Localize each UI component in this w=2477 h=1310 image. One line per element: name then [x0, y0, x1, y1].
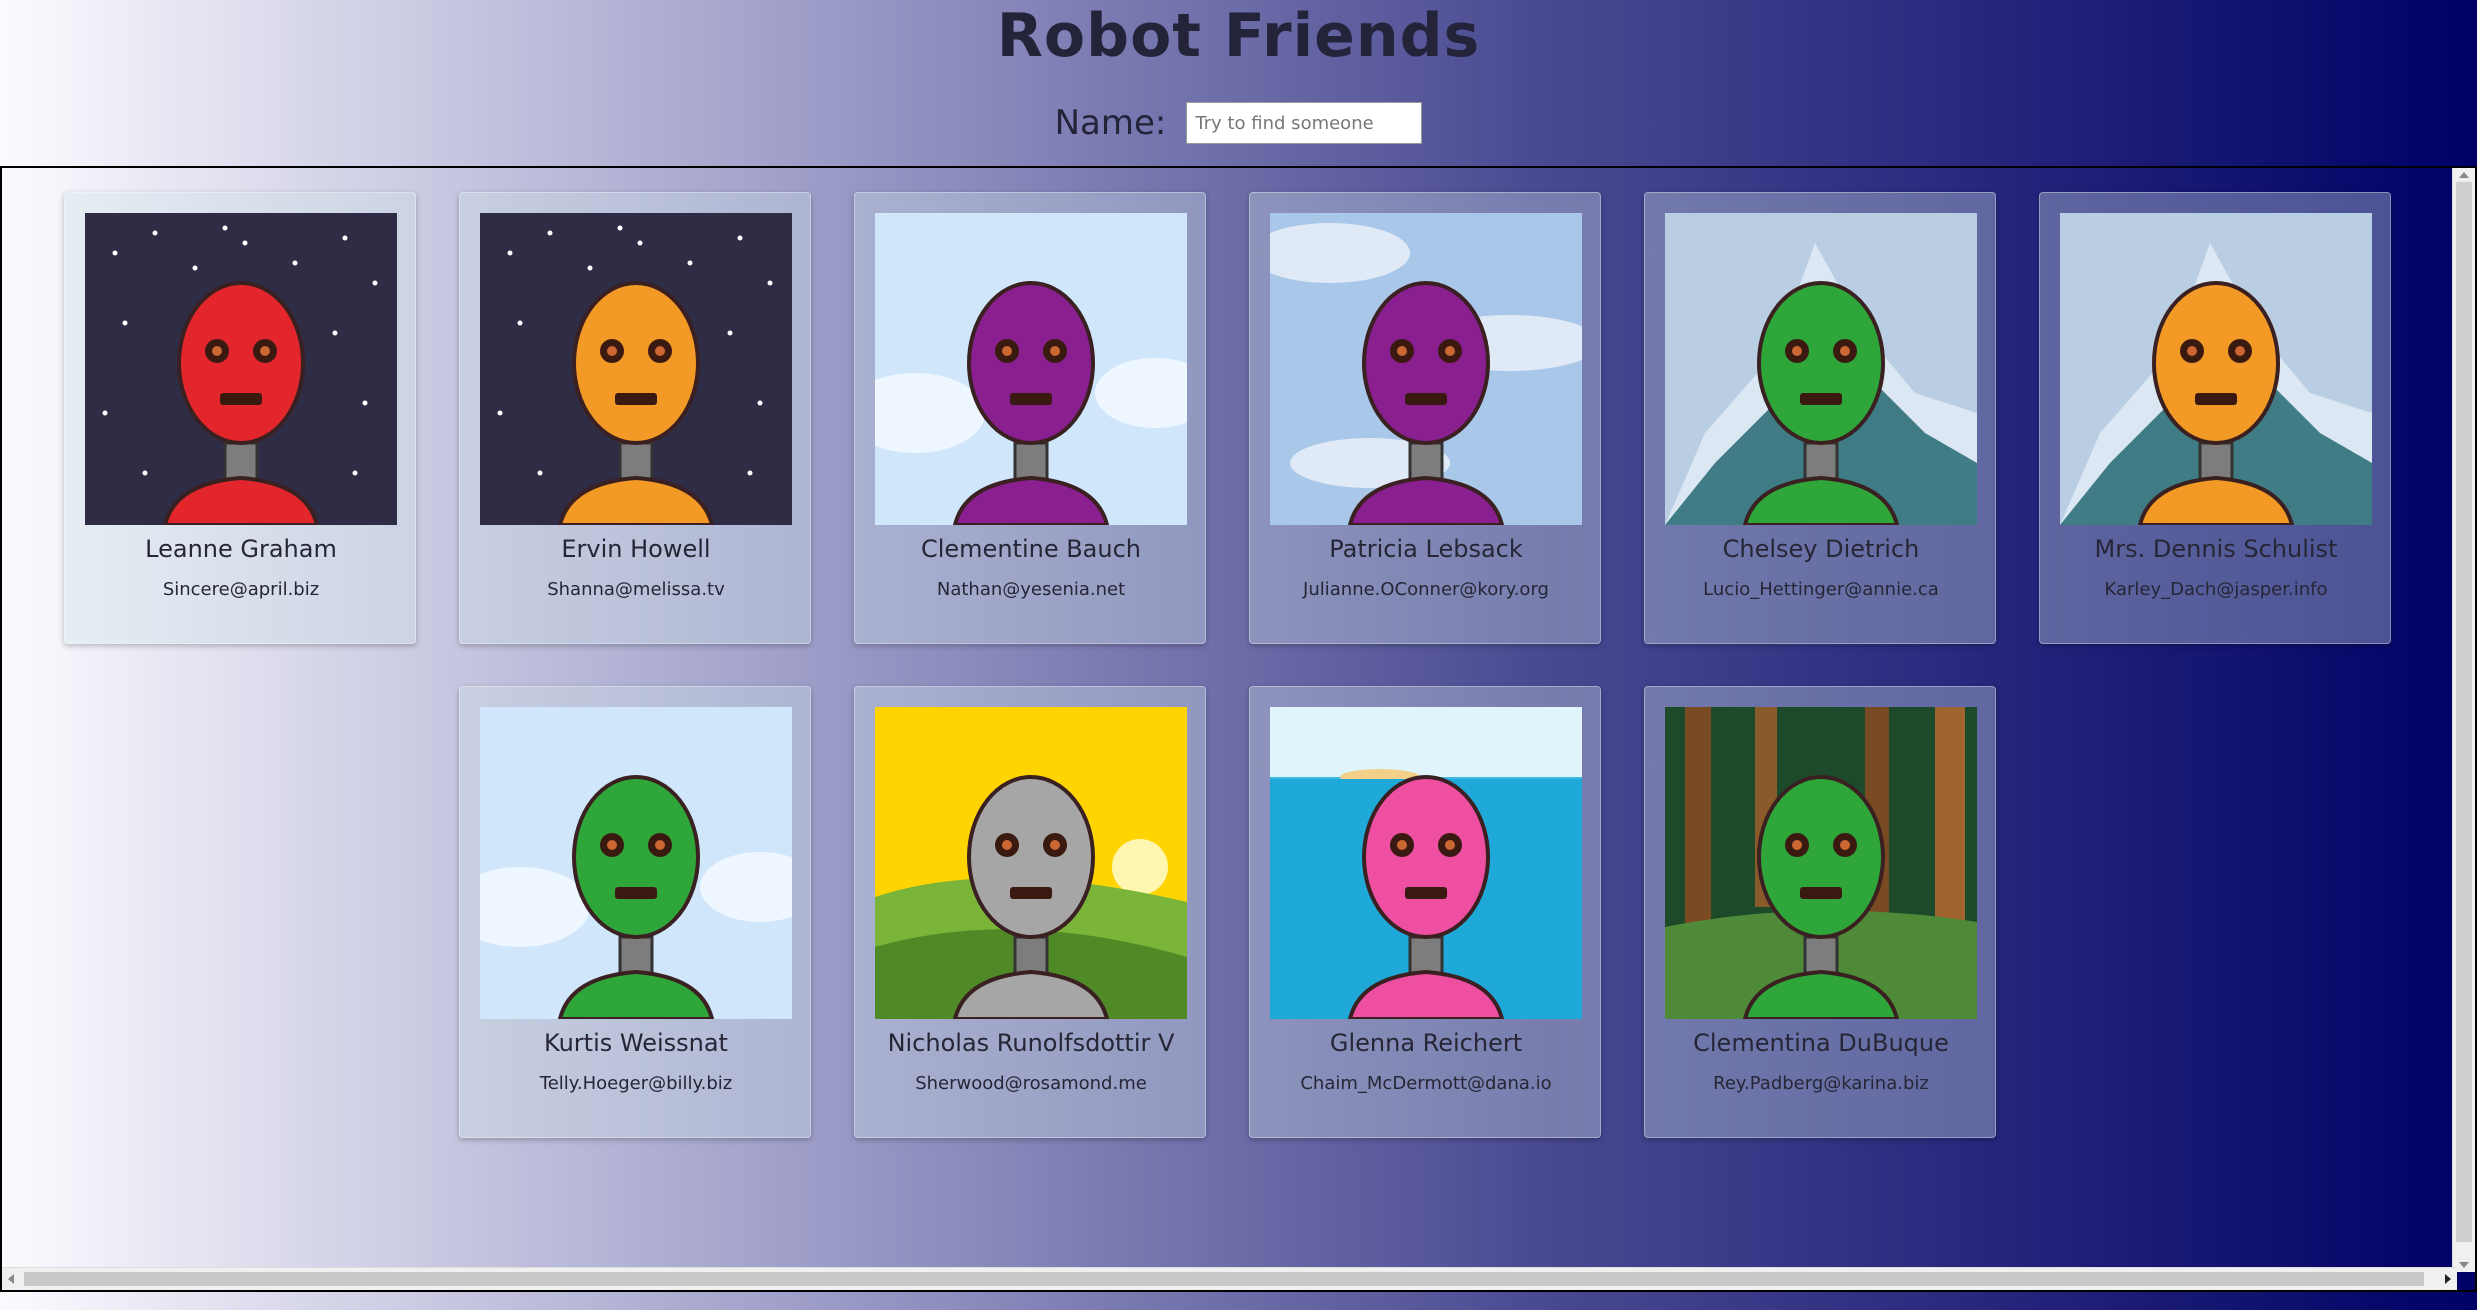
search-input[interactable]	[1186, 102, 1423, 144]
robot-name: Chelsey Dietrich	[1722, 535, 1920, 563]
robot-avatar	[480, 707, 792, 1019]
horizontal-scrollbar[interactable]	[2, 1267, 2457, 1290]
robot-card[interactable]: Clementina DuBuque Rey.Padberg@karina.bi…	[1644, 686, 1996, 1138]
robot-illustration	[1270, 213, 1582, 525]
robot-illustration	[85, 213, 397, 525]
robot-avatar	[480, 213, 792, 525]
robot-avatar	[2060, 213, 2372, 525]
robot-avatar	[1665, 707, 1977, 1019]
robot-avatar	[875, 213, 1187, 525]
robot-email: Rey.Padberg@karina.biz	[1713, 1073, 1929, 1094]
robot-name: Clementina DuBuque	[1693, 1029, 1949, 1057]
robot-illustration	[480, 213, 792, 525]
robot-card[interactable]: Kurtis Weissnat Telly.Hoeger@billy.biz	[459, 686, 811, 1138]
card-list: Leanne Graham Sincere@april.biz Ervin Ho…	[2, 168, 2452, 1268]
robot-card[interactable]: Chelsey Dietrich Lucio_Hettinger@annie.c…	[1644, 192, 1996, 644]
robot-name: Nicholas Runolfsdottir V	[887, 1029, 1175, 1057]
robot-email: Chaim_McDermott@dana.io	[1300, 1073, 1552, 1094]
robot-illustration	[1665, 213, 1977, 525]
robot-card[interactable]: Nicholas Runolfsdottir V Sherwood@rosamo…	[854, 686, 1206, 1138]
robot-name: Clementine Bauch	[920, 535, 1142, 563]
search-label: Name:	[1054, 103, 1167, 143]
robot-name: Glenna Reichert	[1329, 1029, 1523, 1057]
robot-email: Sherwood@rosamond.me	[915, 1073, 1147, 1094]
robot-email: Julianne.OConner@kory.org	[1303, 579, 1549, 600]
scroll-up-icon[interactable]	[2459, 172, 2469, 178]
robot-email: Shanna@melissa.tv	[547, 579, 725, 600]
scroll-right-icon[interactable]	[2445, 1274, 2451, 1284]
robot-illustration	[875, 213, 1187, 525]
robot-name: Ervin Howell	[561, 535, 711, 563]
robot-card[interactable]: Ervin Howell Shanna@melissa.tv	[459, 192, 811, 644]
robot-card[interactable]: Leanne Graham Sincere@april.biz	[64, 192, 416, 644]
robot-email: Nathan@yesenia.net	[936, 579, 1126, 600]
robot-avatar	[85, 213, 397, 525]
robot-avatar	[1270, 707, 1582, 1019]
robot-email: Lucio_Hettinger@annie.ca	[1703, 579, 1939, 600]
robot-name: Mrs. Dennis Schulist	[2094, 535, 2338, 563]
scroll-left-icon[interactable]	[8, 1274, 14, 1284]
robot-illustration	[480, 707, 792, 1019]
robot-avatar	[875, 707, 1187, 1019]
robot-email: Sincere@april.biz	[162, 579, 320, 600]
robot-card[interactable]: Patricia Lebsack Julianne.OConner@kory.o…	[1249, 192, 1601, 644]
robot-avatar	[1270, 213, 1582, 525]
robot-email: Karley_Dach@jasper.info	[2104, 579, 2328, 600]
robot-name: Leanne Graham	[145, 535, 337, 563]
robot-illustration	[2060, 213, 2372, 525]
page-title: Robot Friends	[996, 1, 1481, 71]
vertical-scroll-thumb[interactable]	[2456, 182, 2472, 1242]
robot-illustration	[1665, 707, 1977, 1019]
scroll-down-icon[interactable]	[2459, 1262, 2469, 1268]
robot-card[interactable]: Glenna Reichert Chaim_McDermott@dana.io	[1249, 686, 1601, 1138]
robot-name: Patricia Lebsack	[1329, 535, 1523, 563]
robot-email: Telly.Hoeger@billy.biz	[539, 1073, 733, 1094]
robot-scroll-container[interactable]: Leanne Graham Sincere@april.biz Ervin Ho…	[0, 166, 2477, 1292]
robot-avatar	[1665, 213, 1977, 525]
robot-card[interactable]: Clementine Bauch Nathan@yesenia.net	[854, 192, 1206, 644]
robot-card[interactable]: Mrs. Dennis Schulist Karley_Dach@jasper.…	[2039, 192, 2391, 644]
robot-illustration	[875, 707, 1187, 1019]
robot-name: Kurtis Weissnat	[544, 1029, 728, 1057]
robot-illustration	[1270, 707, 1582, 1019]
search-row: Name:	[0, 98, 2477, 148]
horizontal-scroll-thumb[interactable]	[24, 1272, 2424, 1286]
vertical-scrollbar[interactable]	[2452, 168, 2475, 1272]
